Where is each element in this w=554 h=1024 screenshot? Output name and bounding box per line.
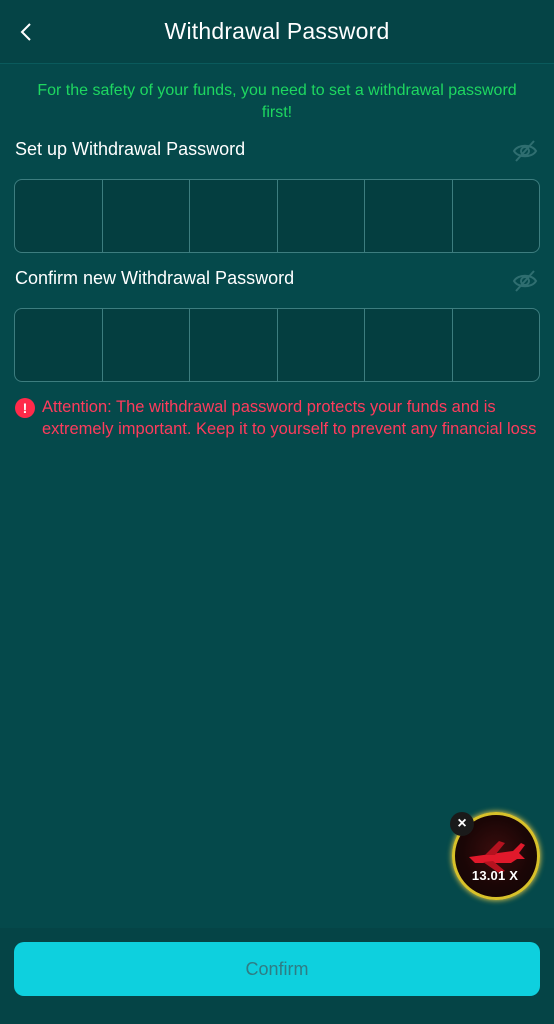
- attention-message: ! Attention: The withdrawal password pro…: [15, 396, 545, 440]
- chevron-left-icon: [20, 23, 31, 41]
- pin-digit-cell[interactable]: [15, 180, 103, 252]
- pin-digit-cell[interactable]: [365, 309, 453, 381]
- eye-off-icon[interactable]: [512, 138, 538, 164]
- close-widget-button[interactable]: ×: [450, 812, 474, 836]
- pin-digit-cell[interactable]: [453, 309, 540, 381]
- pin-digit-cell[interactable]: [365, 180, 453, 252]
- pin-digit-cell[interactable]: [453, 180, 540, 252]
- pin-digit-cell[interactable]: [278, 180, 365, 252]
- pin-digit-cell[interactable]: [190, 309, 278, 381]
- multiplier-value: 13.01 X: [471, 868, 519, 883]
- setup-password-label: Set up Withdrawal Password: [15, 139, 246, 159]
- exclamation-circle-icon: !: [15, 398, 35, 418]
- attention-text: Attention: The withdrawal password prote…: [42, 398, 537, 438]
- setup-password-input[interactable]: [14, 179, 540, 253]
- pin-digit-cell[interactable]: [190, 180, 278, 252]
- eye-off-icon[interactable]: [512, 268, 538, 294]
- page-title: Withdrawal Password: [164, 18, 390, 44]
- floating-game-widget[interactable]: × 13.01 X: [450, 812, 540, 900]
- pin-digit-cell[interactable]: [15, 309, 103, 381]
- safety-notice: For the safety of your funds, you need t…: [37, 82, 517, 121]
- top-bar: Withdrawal Password: [0, 0, 554, 64]
- confirm-button[interactable]: Confirm: [14, 942, 540, 996]
- confirm-password-input[interactable]: [14, 308, 540, 382]
- pin-digit-cell[interactable]: [103, 180, 190, 252]
- pin-digit-cell[interactable]: [278, 309, 365, 381]
- confirm-password-label: Confirm new Withdrawal Password: [15, 268, 295, 288]
- back-button[interactable]: [10, 16, 42, 48]
- pin-digit-cell[interactable]: [103, 309, 190, 381]
